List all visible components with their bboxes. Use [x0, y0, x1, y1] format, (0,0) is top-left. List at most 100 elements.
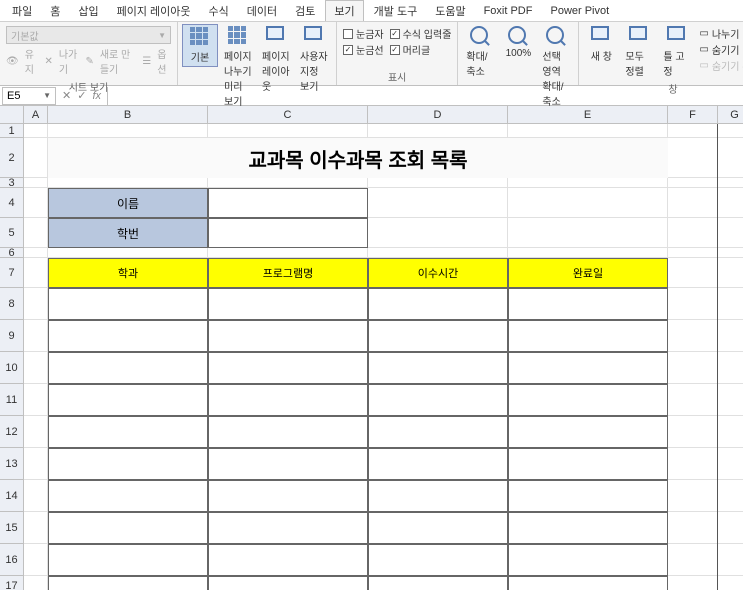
menu-item-검토[interactable]: 검토 — [287, 1, 323, 21]
table-cell-r15-c3[interactable] — [368, 544, 508, 576]
menu-item-수식[interactable]: 수식 — [201, 1, 237, 21]
table-cell-r8-c3[interactable] — [368, 320, 508, 352]
table-cell-r13-c1[interactable] — [48, 480, 208, 512]
newwindow-button[interactable]: 새 창 — [583, 24, 619, 65]
row-header-14[interactable]: 14 — [0, 480, 24, 512]
table-cell-r7-c3[interactable] — [368, 288, 508, 320]
menu-item-보기[interactable]: 보기 — [325, 0, 363, 21]
name-box[interactable]: E5 ▼ — [2, 87, 56, 105]
table-cell-r12-c1[interactable] — [48, 448, 208, 480]
menu-item-개발 도구[interactable]: 개발 도구 — [366, 1, 426, 21]
row-header-10[interactable]: 10 — [0, 352, 24, 384]
row-header-7[interactable]: 7 — [0, 258, 24, 288]
table-cell-r8-c2[interactable] — [208, 320, 368, 352]
col-header-D[interactable]: D — [368, 106, 508, 124]
gridlines-checkbox[interactable]: 눈금선 — [343, 42, 384, 57]
col-header-A[interactable]: A — [24, 106, 48, 124]
menu-item-홈[interactable]: 홈 — [42, 1, 68, 21]
row-header-17[interactable]: 17 — [0, 576, 24, 590]
row-header-6[interactable]: 6 — [0, 248, 24, 258]
menu-item-데이터[interactable]: 데이터 — [239, 1, 285, 21]
table-header-2[interactable]: 이수시간 — [368, 258, 508, 288]
menu-item-파일[interactable]: 파일 — [4, 1, 40, 21]
zoom-button[interactable]: 확대/축소 — [462, 24, 498, 80]
arrange-button[interactable]: 모두 정렬 — [621, 24, 657, 80]
table-cell-r10-c1[interactable] — [48, 384, 208, 416]
row-header-15[interactable]: 15 — [0, 512, 24, 544]
table-header-1[interactable]: 프로그램명 — [208, 258, 368, 288]
id-value-cell[interactable] — [208, 218, 368, 248]
col-header-G[interactable]: G — [718, 106, 743, 124]
row-header-5[interactable]: 5 — [0, 218, 24, 248]
table-cell-r13-c2[interactable] — [208, 480, 368, 512]
enter-icon[interactable]: ✓ — [77, 89, 86, 102]
formula-bar[interactable] — [107, 87, 743, 105]
table-cell-r14-c3[interactable] — [368, 512, 508, 544]
chevron-down-icon[interactable]: ▼ — [43, 91, 51, 100]
menu-item-Power Pivot[interactable]: Power Pivot — [542, 3, 617, 19]
menu-item-Foxit PDF[interactable]: Foxit PDF — [476, 3, 541, 19]
table-cell-r11-c3[interactable] — [368, 416, 508, 448]
table-cell-r12-c4[interactable] — [508, 448, 668, 480]
table-cell-r11-c4[interactable] — [508, 416, 668, 448]
hide-item[interactable]: ▭ 숨기기 — [699, 42, 743, 57]
row-header-3[interactable]: 3 — [0, 178, 24, 188]
table-cell-r8-c1[interactable] — [48, 320, 208, 352]
customview-button[interactable]: 사용자 지정 보기 — [296, 24, 332, 95]
table-cell-r7-c2[interactable] — [208, 288, 368, 320]
table-cell-r10-c2[interactable] — [208, 384, 368, 416]
row-header-16[interactable]: 16 — [0, 544, 24, 576]
table-header-0[interactable]: 학과 — [48, 258, 208, 288]
table-header-3[interactable]: 완료일 — [508, 258, 668, 288]
table-cell-r15-c2[interactable] — [208, 544, 368, 576]
row-header-13[interactable]: 13 — [0, 448, 24, 480]
table-cell-r11-c2[interactable] — [208, 416, 368, 448]
worksheet[interactable]: ABCDEFG 1234567891011121314151617 교과목 이수… — [0, 106, 743, 590]
zoom-100-button[interactable]: 100% — [500, 24, 536, 61]
normal-view-button[interactable]: 기본 — [182, 24, 218, 67]
table-cell-r13-c3[interactable] — [368, 480, 508, 512]
table-cell-r14-c1[interactable] — [48, 512, 208, 544]
title-cell[interactable]: 교과목 이수과목 조회 목록 — [48, 138, 668, 178]
table-cell-r9-c1[interactable] — [48, 352, 208, 384]
table-cell-r9-c3[interactable] — [368, 352, 508, 384]
ruler-checkbox[interactable]: 눈금자 — [343, 26, 384, 41]
table-cell-r15-c1[interactable] — [48, 544, 208, 576]
menu-item-도움말[interactable]: 도움말 — [427, 1, 473, 21]
table-cell-r12-c2[interactable] — [208, 448, 368, 480]
table-cell-r8-c4[interactable] — [508, 320, 668, 352]
fx-icon[interactable]: fx — [92, 90, 101, 102]
name-label-cell[interactable]: 이름 — [48, 188, 208, 218]
row-header-2[interactable]: 2 — [0, 138, 24, 178]
table-cell-r7-c4[interactable] — [508, 288, 668, 320]
cancel-icon[interactable]: ✕ — [62, 89, 71, 102]
name-value-cell[interactable] — [208, 188, 368, 218]
table-cell-r14-c4[interactable] — [508, 512, 668, 544]
table-cell-r13-c4[interactable] — [508, 480, 668, 512]
table-cell-r16-c1[interactable] — [48, 576, 208, 590]
row-header-8[interactable]: 8 — [0, 288, 24, 320]
row-header-11[interactable]: 11 — [0, 384, 24, 416]
col-header-E[interactable]: E — [508, 106, 668, 124]
row-header-12[interactable]: 12 — [0, 416, 24, 448]
table-cell-r7-c1[interactable] — [48, 288, 208, 320]
unhide-item[interactable]: ▭ 숨기기 취소 — [699, 58, 743, 73]
select-all-corner[interactable] — [0, 106, 24, 124]
split-item[interactable]: ▭ 나누기 — [699, 26, 743, 41]
table-cell-r9-c4[interactable] — [508, 352, 668, 384]
table-cell-r10-c4[interactable] — [508, 384, 668, 416]
row-header-1[interactable]: 1 — [0, 124, 24, 138]
headings-checkbox[interactable]: 머리글 — [390, 42, 452, 57]
col-header-B[interactable]: B — [48, 106, 208, 124]
table-cell-r15-c4[interactable] — [508, 544, 668, 576]
table-cell-r14-c2[interactable] — [208, 512, 368, 544]
table-cell-r10-c3[interactable] — [368, 384, 508, 416]
pagelayout-view-button[interactable]: 페이지 레이아웃 — [258, 24, 294, 95]
col-header-C[interactable]: C — [208, 106, 368, 124]
col-header-F[interactable]: F — [668, 106, 718, 124]
table-cell-r16-c2[interactable] — [208, 576, 368, 590]
table-cell-r9-c2[interactable] — [208, 352, 368, 384]
table-cell-r16-c4[interactable] — [508, 576, 668, 590]
table-cell-r12-c3[interactable] — [368, 448, 508, 480]
formula-checkbox[interactable]: 수식 입력줄 — [390, 26, 452, 41]
